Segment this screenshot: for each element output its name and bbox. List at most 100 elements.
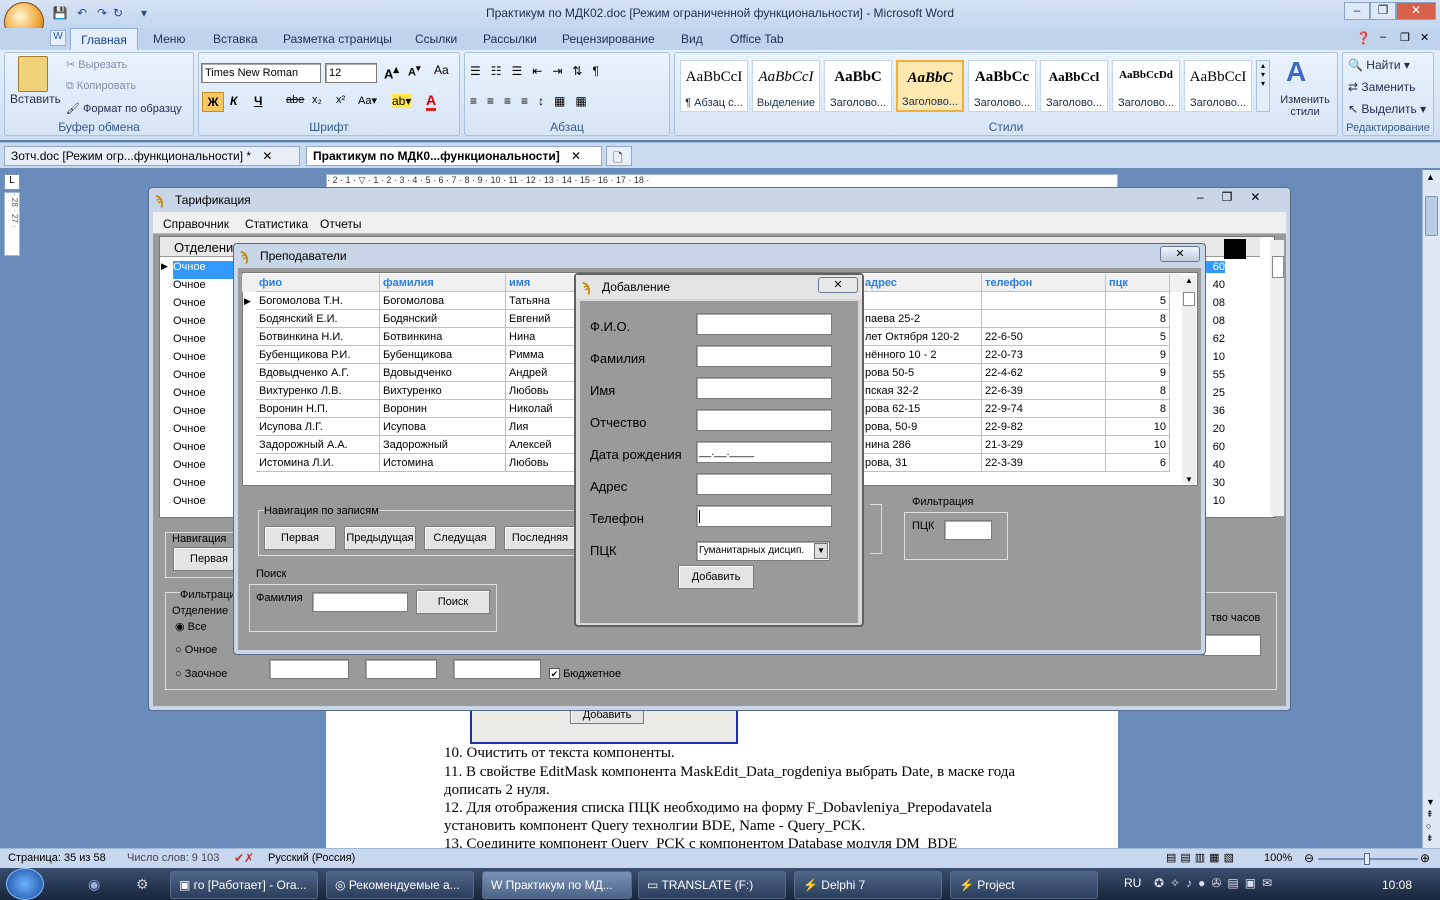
style-emphasis[interactable]: AaBbCcI Выделение [752,60,820,112]
paste-button[interactable]: Вставить [10,92,61,106]
taskbar-item[interactable]: ⚡ Delphi 7 [794,871,942,899]
font-name-select[interactable]: Times New Roman [201,63,321,83]
tab-insert[interactable]: Вставка [213,32,258,46]
zoom-slider[interactable] [1318,853,1418,865]
bold-icon[interactable]: Ж [202,92,224,112]
paste-icon[interactable] [18,56,48,92]
language-indicator[interactable]: RU [1124,876,1141,890]
add-button[interactable]: Добавить [678,565,754,589]
radio-extramural[interactable]: ○ Заочное [175,668,227,680]
highlight-icon[interactable]: ab▾ [392,94,412,108]
styles-scroll-icon[interactable]: ▴ ▾ ▾ [1256,60,1270,112]
phone-field[interactable] [696,505,832,527]
doc-tab-zotch[interactable]: Зотч.doc [Режим огр...функциональности] … [4,146,300,166]
patronymic-field[interactable] [696,409,832,431]
zoom-slider-thumb[interactable] [1364,853,1370,865]
pck-filter-field[interactable] [944,520,992,540]
new-tab-icon[interactable]: 🗋 [606,146,632,166]
taskbar-item[interactable]: W Практикум по МД... [482,871,632,899]
filter-field[interactable] [269,659,349,679]
change-styles-button[interactable]: Изменить стили [1276,94,1334,118]
style-heading-1[interactable]: AaBbC Заголово... [824,60,892,112]
scroll-nav-icons[interactable]: ▼ ⇞ ○ ⇟ [1426,796,1435,844]
column-header[interactable]: имя [506,274,580,292]
quick-access-dropdown-icon[interactable]: ▾ [136,6,152,22]
scroll-thumb[interactable] [1183,292,1195,306]
menu-reference[interactable]: Справочник [163,217,229,231]
repeat-icon[interactable]: ↻ [110,6,126,22]
next-button[interactable]: Следущая [424,526,496,550]
tab-page-layout[interactable]: Разметка страницы [283,32,392,46]
menu-reports[interactable]: Отчеты [320,217,361,231]
tab-mailings[interactable]: Рассылки [483,32,537,46]
window-controls-icon[interactable]: –❐✕ [1197,190,1279,204]
cut-button[interactable]: ✂ Вырезать [66,58,127,71]
save-icon[interactable]: 💾 [52,6,68,22]
grow-font-icon[interactable]: A▴ [384,63,399,81]
close-button[interactable]: ✕ [1396,2,1436,20]
taskbar-item[interactable]: ▣ го [Работает] - Ora... [170,871,318,899]
start-button[interactable] [6,868,44,900]
superscript-icon[interactable]: x² [336,94,345,106]
tray-icons[interactable]: ✪✧♪●✇▤▣✉ [1154,876,1278,890]
taskbar-item[interactable]: ◎ Рекомендуемые а... [326,871,474,899]
birthdate-field[interactable]: __.__.____ [696,441,832,463]
address-field[interactable] [696,473,832,495]
close-button[interactable]: ✕ [1160,246,1200,262]
ribbon-restore-icon[interactable]: ❐ [1400,31,1410,44]
tab-stop-icon[interactable]: L [4,174,20,190]
change-case-icon[interactable]: Aa▾ [358,94,377,107]
surname-field[interactable] [696,345,832,367]
restore-button[interactable]: ❐ [1370,2,1396,20]
tab-view[interactable]: Вид [681,32,703,46]
close-tab-icon[interactable]: ✕ [571,149,581,163]
font-size-select[interactable]: 12 [325,63,377,83]
radio-fulltime[interactable]: ○ Очное [175,644,217,656]
clear-format-icon[interactable]: Aa [434,63,449,77]
change-styles-icon[interactable]: A [1286,56,1306,88]
hours-field[interactable] [1203,634,1261,656]
name-field[interactable] [696,377,832,399]
previous-button[interactable]: Предыдущая [344,526,416,550]
zoom-level[interactable]: 100% [1264,852,1292,864]
shrink-font-icon[interactable]: A▾ [408,63,421,79]
italic-icon[interactable]: К [230,94,237,108]
fio-field[interactable] [696,313,832,335]
search-input[interactable] [312,592,408,612]
close-button[interactable]: ✕ [818,277,858,293]
scroll-down-icon[interactable]: ▼ [1182,475,1196,484]
ribbon-minimize-icon[interactable]: – [1380,31,1386,43]
last-button[interactable]: Последняя [504,526,576,550]
tab-office-tab[interactable]: Office Tab [730,32,784,46]
format-painter-button[interactable]: 🖌 Формат по образцу [66,102,182,115]
radio-all[interactable]: ◉ Все [175,620,207,633]
document-scrollbar[interactable]: ▲ ▼ ⇞ ○ ⇟ [1422,170,1440,848]
dropdown-arrow-icon[interactable]: ▼ [814,543,828,559]
undo-icon[interactable]: ↶ [74,6,90,22]
doc-tab-praktikum[interactable]: Практикум по МДК0...функциональности] ✕ [306,146,602,166]
list-icons[interactable]: ☰☷☰⇤⇥⇅¶ [470,64,609,78]
tab-menu[interactable]: Меню [153,32,185,46]
select-button[interactable]: ↖ Выделить ▾ [1348,102,1426,116]
clock[interactable]: 10:08 [1382,878,1412,892]
taskbar-item[interactable]: ▭ TRANSLATE (F:) [638,871,786,899]
align-icons[interactable]: ≡≡≡≡↕▦▦ [470,94,597,108]
language[interactable]: Русский (Россия) [268,852,355,864]
quicklaunch-icon[interactable]: ◉ [88,876,100,893]
search-button[interactable]: Поиск [416,590,490,614]
filter-field[interactable] [453,659,541,679]
tarif-scrollbar[interactable] [1270,240,1284,516]
underline-icon[interactable]: Ч [254,94,262,108]
word-count[interactable]: Число слов: 9 103 [127,852,219,864]
style-heading-5[interactable]: AaBbCcDd Заголово... [1112,60,1180,112]
column-header[interactable]: адрес [862,274,982,292]
view-mode-icons[interactable]: ▤▤▥▦▧ [1166,851,1238,864]
scroll-up-icon[interactable]: ▲ [1426,172,1435,182]
first-button[interactable]: Первая [264,526,336,550]
budget-checkbox[interactable]: ✔ Бюджетное [549,668,621,680]
quicklaunch-icon[interactable]: ⚙ [136,876,149,893]
tab-home[interactable]: Главная [70,28,138,50]
menu-statistics[interactable]: Статистика [245,217,308,231]
redo-icon[interactable]: ↷ [94,6,110,22]
font-color-icon[interactable]: A [426,92,437,111]
